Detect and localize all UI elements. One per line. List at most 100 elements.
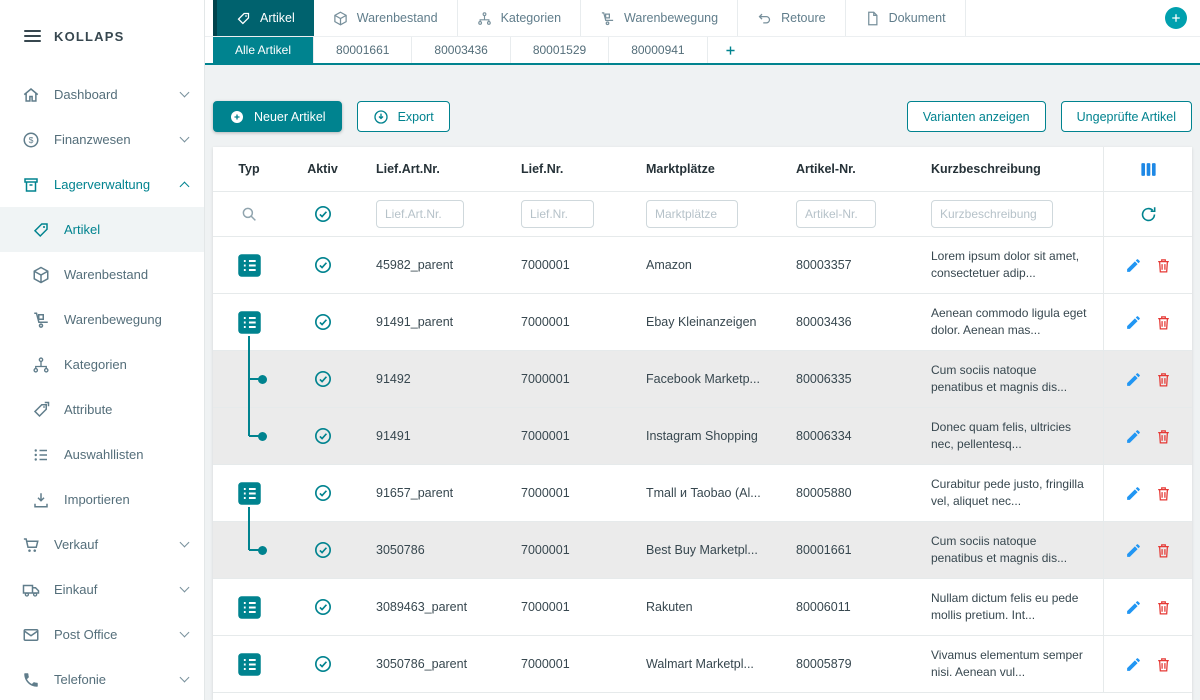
tab-dokument[interactable]: Dokument xyxy=(846,0,966,36)
subtab-80000941[interactable]: 80000941 xyxy=(609,37,707,63)
table-row[interactable]: 91492 7000001 Facebook Marketp... 800063… xyxy=(213,351,1192,408)
active-toggle-icon[interactable] xyxy=(313,369,333,389)
sidebar-item-telefonie[interactable]: Telefonie xyxy=(0,657,204,700)
tag-icon xyxy=(236,11,251,26)
tags-icon xyxy=(32,401,50,419)
filter-kurzbeschreibung-input[interactable] xyxy=(931,200,1053,228)
delete-icon[interactable] xyxy=(1155,542,1172,559)
filter-lief-nr-input[interactable] xyxy=(521,200,594,228)
tab-warenbestand[interactable]: Warenbestand xyxy=(314,0,458,36)
marktplatz-cell: Walmart Marketpl... xyxy=(630,636,780,692)
delete-icon[interactable] xyxy=(1155,485,1172,502)
sidebar-item-auswahllisten[interactable]: Auswahllisten xyxy=(0,432,204,477)
article-list-icon[interactable] xyxy=(236,594,263,621)
download-circle-icon xyxy=(373,109,389,125)
type-cell xyxy=(213,408,285,464)
add-subtab-button[interactable] xyxy=(708,37,753,63)
lief-art-nr-cell: 3050786 xyxy=(360,522,505,578)
active-toggle-icon[interactable] xyxy=(313,426,333,446)
active-toggle-icon[interactable] xyxy=(313,540,333,560)
delete-icon[interactable] xyxy=(1155,656,1172,673)
edit-icon[interactable] xyxy=(1125,257,1142,274)
hamburger-menu-icon[interactable] xyxy=(24,27,41,45)
description-cell: Vivamus elementum semper nisi. Aenean vu… xyxy=(915,636,1103,692)
table-row[interactable]: 3050786_parent 7000001 Walmart Marketpl.… xyxy=(213,636,1192,693)
tab-retoure[interactable]: Retoure xyxy=(738,0,845,36)
add-tab-button[interactable] xyxy=(1165,7,1187,29)
edit-icon[interactable] xyxy=(1125,599,1142,616)
sidebar-item-einkauf[interactable]: Einkauf xyxy=(0,567,204,612)
row-actions xyxy=(1103,408,1192,464)
subtab-80001529[interactable]: 80001529 xyxy=(511,37,609,63)
tab-artikel[interactable]: Artikel xyxy=(213,0,314,36)
lief-art-nr-cell: 91657_parent xyxy=(360,465,505,521)
table-row[interactable]: 3089463_parent 7000001 Rakuten 80006011 … xyxy=(213,579,1192,636)
filter-artikel-nr-input[interactable] xyxy=(796,200,876,228)
edit-icon[interactable] xyxy=(1125,314,1142,331)
delete-icon[interactable] xyxy=(1155,371,1172,388)
active-toggle-icon[interactable] xyxy=(313,654,333,674)
table-row[interactable]: 45982_parent 7000001 Amazon 80003357 Lor… xyxy=(213,237,1192,294)
edit-icon[interactable] xyxy=(1125,428,1142,445)
sidebar-item-attribute[interactable]: Attribute xyxy=(0,387,204,432)
active-filter-icon[interactable] xyxy=(313,204,333,224)
subtab-80001661[interactable]: 80001661 xyxy=(314,37,412,63)
edit-icon[interactable] xyxy=(1125,485,1142,502)
subtab-80003436[interactable]: 80003436 xyxy=(412,37,510,63)
tab-warenbewegung[interactable]: Warenbewegung xyxy=(581,0,738,36)
delete-icon[interactable] xyxy=(1155,599,1172,616)
edit-icon[interactable] xyxy=(1125,542,1142,559)
edit-icon[interactable] xyxy=(1125,656,1142,673)
sidebar-item-finanzwesen[interactable]: Finanzwesen xyxy=(0,117,204,162)
header-actions xyxy=(1103,147,1192,191)
sidebar-item-verkauf[interactable]: Verkauf xyxy=(0,522,204,567)
table-row[interactable]: 91491 7000001 Instagram Shopping 8000633… xyxy=(213,408,1192,465)
artikel-nr-cell: 80006011 xyxy=(780,579,915,635)
sidebar-item-kategorien[interactable]: Kategorien xyxy=(0,342,204,387)
table-row[interactable]: 91657_parent 7000001 Tmall и Taobao (Al.… xyxy=(213,465,1192,522)
active-toggle-icon[interactable] xyxy=(313,255,333,275)
article-list-icon[interactable] xyxy=(236,651,263,678)
column-settings-icon[interactable] xyxy=(1139,160,1158,179)
plus-circle-icon xyxy=(229,109,245,125)
list-icon xyxy=(32,446,50,464)
header-lief-art-nr: Lief.Art.Nr. xyxy=(360,147,505,191)
artikel-nr-cell: 80003357 xyxy=(780,237,915,293)
sidebar-item-artikel[interactable]: Artikel xyxy=(0,207,204,252)
artikel-nr-cell: 80001661 xyxy=(780,522,915,578)
description-cell: Lorem ipsum dolor sit amet, consectetuer… xyxy=(915,237,1103,293)
article-subtabbar: Alle Artikel 80001661 80003436 80001529 … xyxy=(205,37,1200,65)
unverified-articles-button[interactable]: Ungeprüfte Artikel xyxy=(1061,101,1192,132)
active-toggle-icon[interactable] xyxy=(313,312,333,332)
show-variants-button[interactable]: Varianten anzeigen xyxy=(907,101,1046,132)
sidebar-item-post-office[interactable]: Post Office xyxy=(0,612,204,657)
new-article-button[interactable]: Neuer Artikel xyxy=(213,101,342,132)
filter-marktplaetze-input[interactable] xyxy=(646,200,738,228)
sidebar-item-warenbestand[interactable]: Warenbestand xyxy=(0,252,204,297)
article-list-icon[interactable] xyxy=(236,309,263,336)
header-aktiv: Aktiv xyxy=(285,147,360,191)
filter-actions-cell xyxy=(1103,192,1192,236)
article-list-icon[interactable] xyxy=(236,480,263,507)
search-icon[interactable] xyxy=(240,205,258,223)
refresh-icon[interactable] xyxy=(1139,205,1158,224)
type-cell xyxy=(213,579,285,635)
sidebar-item-importieren[interactable]: Importieren xyxy=(0,477,204,522)
lief-nr-cell: 7000001 xyxy=(505,465,630,521)
edit-icon[interactable] xyxy=(1125,371,1142,388)
table-row[interactable]: 91491_parent 7000001 Ebay Kleinanzeigen … xyxy=(213,294,1192,351)
table-row[interactable]: 3050786 7000001 Best Buy Marketpl... 800… xyxy=(213,522,1192,579)
sidebar-item-dashboard[interactable]: Dashboard xyxy=(0,72,204,117)
delete-icon[interactable] xyxy=(1155,257,1172,274)
active-toggle-icon[interactable] xyxy=(313,597,333,617)
delete-icon[interactable] xyxy=(1155,428,1172,445)
article-list-icon[interactable] xyxy=(236,252,263,279)
delete-icon[interactable] xyxy=(1155,314,1172,331)
sidebar-item-warenbewegung[interactable]: Warenbewegung xyxy=(0,297,204,342)
sidebar-item-lagerverwaltung[interactable]: Lagerverwaltung xyxy=(0,162,204,207)
active-toggle-icon[interactable] xyxy=(313,483,333,503)
export-button[interactable]: Export xyxy=(357,101,450,132)
filter-lief-art-nr-input[interactable] xyxy=(376,200,464,228)
tab-kategorien[interactable]: Kategorien xyxy=(458,0,581,36)
subtab-alle-artikel[interactable]: Alle Artikel xyxy=(213,37,314,63)
